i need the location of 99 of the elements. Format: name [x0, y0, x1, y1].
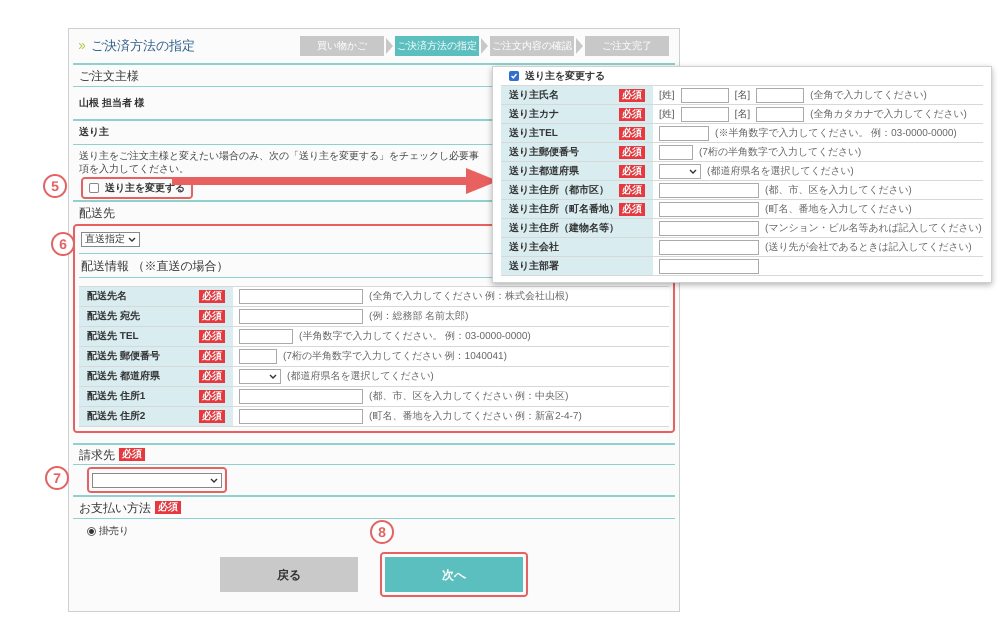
annotation-number: 7: [45, 466, 69, 490]
field-label: 送り主都道府県: [509, 164, 579, 178]
section-heading: 送り主: [79, 125, 109, 140]
required-badge: 必須: [619, 88, 645, 102]
input-field[interactable]: [659, 220, 759, 236]
hint-text: (町名、番地を入力してください): [765, 202, 912, 216]
orderer-name: 山根 担当者 様: [79, 96, 145, 110]
field-label: 配送先 住所1: [87, 390, 146, 404]
required-badge: 必須: [619, 164, 645, 178]
hint-text: (都、市、区を入力してください 例：中央区): [369, 390, 568, 404]
required-badge: 必須: [199, 370, 225, 383]
field-label: 配送先 宛先: [87, 310, 140, 324]
required-badge: 必須: [619, 126, 645, 140]
annotation-number: 6: [51, 232, 75, 256]
select-field[interactable]: [239, 369, 281, 384]
required-badge: 必須: [199, 310, 225, 323]
field-label: 配送先 住所2: [87, 410, 146, 424]
chevron-icon: [79, 43, 85, 49]
input-field[interactable]: [680, 88, 729, 102]
page-title: ご決済方法の指定: [91, 37, 195, 56]
required-badge: 必須: [199, 330, 225, 343]
input-field[interactable]: [756, 88, 804, 102]
radio-label: 掛売り: [99, 524, 129, 538]
input-field[interactable]: [239, 289, 363, 304]
field-label: [名]: [734, 88, 750, 102]
input-field[interactable]: [659, 126, 709, 140]
hint-text: (全角で入力してください 例：株式会社山根): [369, 290, 568, 304]
input-field[interactable]: [239, 329, 293, 344]
hint-text: (都、市、区を入力してください): [765, 184, 912, 198]
chevron-down-icon: [210, 478, 218, 482]
hint-text: (例：総務部 名前太郎): [369, 310, 468, 324]
section-heading: 配送先: [79, 205, 115, 222]
input-field[interactable]: [659, 144, 693, 160]
hint-text: (送り先が会社であるときは記入してください): [765, 240, 972, 254]
required-badge: 必須: [619, 146, 645, 158]
input-field[interactable]: [680, 106, 729, 122]
required-badge: 必須: [619, 108, 645, 120]
annotation-number: 5: [43, 174, 67, 198]
required-badge: 必須: [199, 350, 225, 363]
chevron-down-icon: [269, 374, 277, 379]
required-badge: 必須: [199, 410, 225, 423]
input-field[interactable]: [239, 309, 363, 324]
input-field[interactable]: [659, 182, 759, 198]
section-heading: 配送情報 （※直送の場合）: [81, 258, 228, 274]
field-label: 送り主住所（建物名等）: [509, 221, 619, 236]
field-label: 送り主郵便番号: [509, 145, 579, 160]
required-badge: 必須: [155, 501, 181, 514]
field-label: 配送先 TEL: [87, 330, 139, 344]
checkbox-label: 送り主を変更する: [525, 69, 605, 84]
field-label: 送り主カナ: [509, 107, 559, 122]
field-label: [姓]: [659, 88, 675, 102]
field-label: 配送先名: [87, 290, 127, 304]
field-label: 配送先 郵便番号: [87, 350, 160, 364]
chevron-down-icon: [128, 237, 136, 242]
instruction-text: 送り主をご注文主様と変えたい場合のみ、次の「送り主を変更する」をチェックし必要事項を入力してください。: [79, 150, 479, 176]
field-label: 送り主TEL: [509, 126, 558, 140]
hint-text: (7桁の半角数字で入力してください 例：1040041): [283, 350, 507, 364]
field-label: [姓]: [659, 108, 675, 122]
section-heading: お支払い方法: [79, 500, 151, 516]
field-label: 送り主部署: [509, 259, 559, 274]
required-badge: 必須: [199, 290, 225, 303]
checkbox[interactable]: [89, 183, 99, 193]
select-field[interactable]: [659, 164, 701, 178]
field-label: 送り主氏名: [509, 88, 559, 102]
select-field[interactable]: 直送指定: [81, 232, 140, 247]
annotation-number: 8: [370, 520, 394, 544]
input-field[interactable]: [239, 389, 363, 404]
input-field[interactable]: [239, 349, 277, 364]
hint-text: (全角カタカナで入力してください): [810, 108, 967, 122]
back-button[interactable]: 戻る: [220, 557, 358, 592]
chevron-down-icon: [689, 168, 697, 174]
required-badge: 必須: [119, 448, 145, 461]
hint-text: (※半角数字で入力してください。 例：03-0000-0000): [715, 126, 957, 140]
required-badge: 必須: [199, 390, 225, 403]
field-label: 送り主住所（町名番地）: [509, 202, 619, 216]
hint-text: (町名、番地を入力してください 例：新富2-4-7): [369, 410, 582, 424]
checkbox[interactable]: [509, 71, 519, 81]
select-value: 直送指定: [85, 232, 125, 247]
required-badge: 必須: [619, 184, 645, 196]
hint-text: (マンション・ビル名等あれば記入してください): [765, 222, 982, 236]
field-label: 配送先 都道府県: [87, 369, 160, 384]
field-label: [名]: [734, 108, 750, 122]
section-heading: ご注文主様: [79, 68, 139, 84]
hint-text: (都道府県名を選択してください): [707, 164, 854, 178]
hint-text: (半角数字で入力してください。 例：03-0000-0000): [299, 330, 531, 344]
input-field[interactable]: [659, 258, 759, 274]
input-field[interactable]: [659, 240, 759, 254]
field-label: 送り主会社: [509, 240, 559, 254]
required-badge: 必須: [619, 202, 645, 216]
hint-text: (全角で入力してください): [810, 88, 927, 102]
hint-text: (7桁の半角数字で入力してください): [699, 146, 862, 160]
field-label: 送り主住所（都市区）: [509, 183, 609, 198]
select-field[interactable]: [92, 472, 222, 488]
radio-button[interactable]: [87, 526, 96, 536]
section-heading: 請求先: [79, 446, 115, 464]
input-field[interactable]: [756, 106, 804, 122]
input-field[interactable]: [659, 202, 759, 216]
input-field[interactable]: [239, 409, 363, 424]
hint-text: (都道府県名を選択してください): [287, 370, 434, 384]
